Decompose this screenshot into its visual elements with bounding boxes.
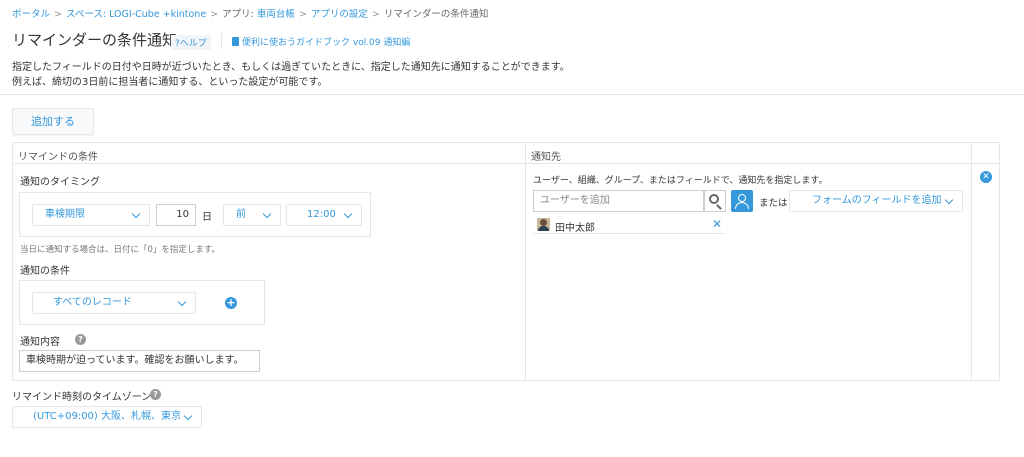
description-line-2: 例えば、締切の3日前に担当者に通知する、といった設定が可能です。 (12, 77, 328, 88)
user-select-button[interactable] (731, 190, 753, 212)
guidebook-link[interactable]: 便利に使おうガイドブック vol.09 通知編 (232, 35, 410, 48)
header-divider (0, 94, 1024, 95)
chevron-down-icon (183, 411, 193, 421)
user-icon (738, 194, 746, 202)
search-button[interactable] (704, 190, 726, 212)
or-label: または (759, 198, 788, 209)
page-title: リマインダーの条件通知 (12, 31, 178, 49)
user-icon-body (735, 202, 749, 209)
breadcrumb-current: リマインダーの条件通知 (383, 9, 489, 20)
reminder-table (12, 142, 1000, 381)
help-icon[interactable]: ? (75, 334, 86, 345)
delete-reminder-icon[interactable]: ✕ (980, 171, 992, 183)
condition-label: 通知の条件 (20, 266, 70, 277)
column-divider (525, 142, 526, 381)
timing-note: 当日に通知する場合は、日付に「0」を指定します。 (20, 245, 221, 255)
timezone-select[interactable]: (UTC+09:00) 大阪、札幌、東京 (12, 406, 202, 428)
search-icon-handle (716, 204, 722, 210)
chevron-down-icon (944, 195, 954, 205)
avatar-face (540, 219, 547, 226)
timing-field-value: 車検期限 (45, 209, 85, 220)
time-value: 12:00 (307, 209, 336, 220)
breadcrumb-separator: > (298, 9, 307, 20)
breadcrumb-separator: > (210, 9, 219, 20)
column-header-condition: リマインドの条件 (18, 152, 98, 163)
avatar-shoulders (538, 226, 549, 231)
breadcrumb-portal[interactable]: ポータル (12, 9, 50, 20)
breadcrumb-separator: > (371, 9, 380, 20)
days-input[interactable]: 10 (156, 204, 196, 226)
breadcrumb-app-prefix: アプリ: (222, 9, 257, 20)
breadcrumb: ポータル > スペース: LOGI-Cube +kintone > アプリ: 車両台帳 >… (12, 6, 488, 20)
timezone-value: (UTC+09:00) 大阪、札幌、東京 (33, 411, 182, 422)
time-select[interactable]: 12:00 (286, 204, 362, 226)
before-after-select[interactable]: 前 (223, 204, 281, 226)
book-icon (232, 37, 239, 46)
before-after-value: 前 (236, 209, 246, 220)
avatar (537, 218, 550, 231)
condition-value: すべてのレコード (53, 297, 132, 308)
help-icon[interactable]: ? (150, 389, 161, 400)
guidebook-label: 便利に使おうガイドブック vol.09 通知編 (242, 38, 411, 48)
content-label: 通知内容 (20, 337, 60, 348)
column-divider (971, 142, 972, 381)
breadcrumb-space[interactable]: スペース: LOGI-Cube +kintone (66, 9, 206, 20)
add-button[interactable]: 追加する (12, 108, 94, 135)
title-divider (221, 33, 222, 49)
chevron-down-icon (262, 209, 272, 219)
breadcrumb-app-settings[interactable]: アプリの設定 (311, 9, 368, 20)
recipient-user-name: 田中太郎 (555, 223, 595, 234)
help-link[interactable]: ?ヘルプ (171, 35, 211, 50)
form-field-value: フォームのフィールドを追加 (812, 195, 942, 206)
condition-select[interactable]: すべてのレコード (32, 292, 196, 314)
column-header-recipient: 通知先 (531, 152, 561, 163)
search-icon (709, 194, 719, 204)
recipient-hint: ユーザー、組織、グループ、またはフィールドで、通知先を指定します。 (533, 176, 828, 186)
timing-field-select[interactable]: 車検期限 (32, 204, 150, 226)
description-line-1: 指定したフィールドの日付や日時が近づいたとき、もしくは過ぎていたときに、指定した… (12, 62, 570, 73)
chevron-down-icon (343, 209, 353, 219)
table-header-divider (12, 163, 1000, 164)
days-unit: 日 (202, 212, 212, 223)
timing-label: 通知のタイミング (20, 177, 100, 188)
timezone-label: リマインド時刻のタイムゾーン (12, 392, 152, 403)
add-condition-icon[interactable]: + (225, 297, 237, 309)
breadcrumb-separator: > (54, 9, 62, 20)
form-field-select[interactable]: フォームのフィールドを追加 (789, 190, 963, 212)
chevron-down-icon (131, 209, 141, 219)
content-input[interactable]: 車検時期が迫っています。確認をお願いします。 (19, 350, 260, 372)
chevron-down-icon (177, 297, 187, 307)
user-search-input[interactable]: ユーザーを追加 (533, 190, 704, 212)
breadcrumb-app[interactable]: 車両台帳 (257, 9, 295, 20)
remove-user-icon[interactable]: ✕ (712, 217, 722, 231)
